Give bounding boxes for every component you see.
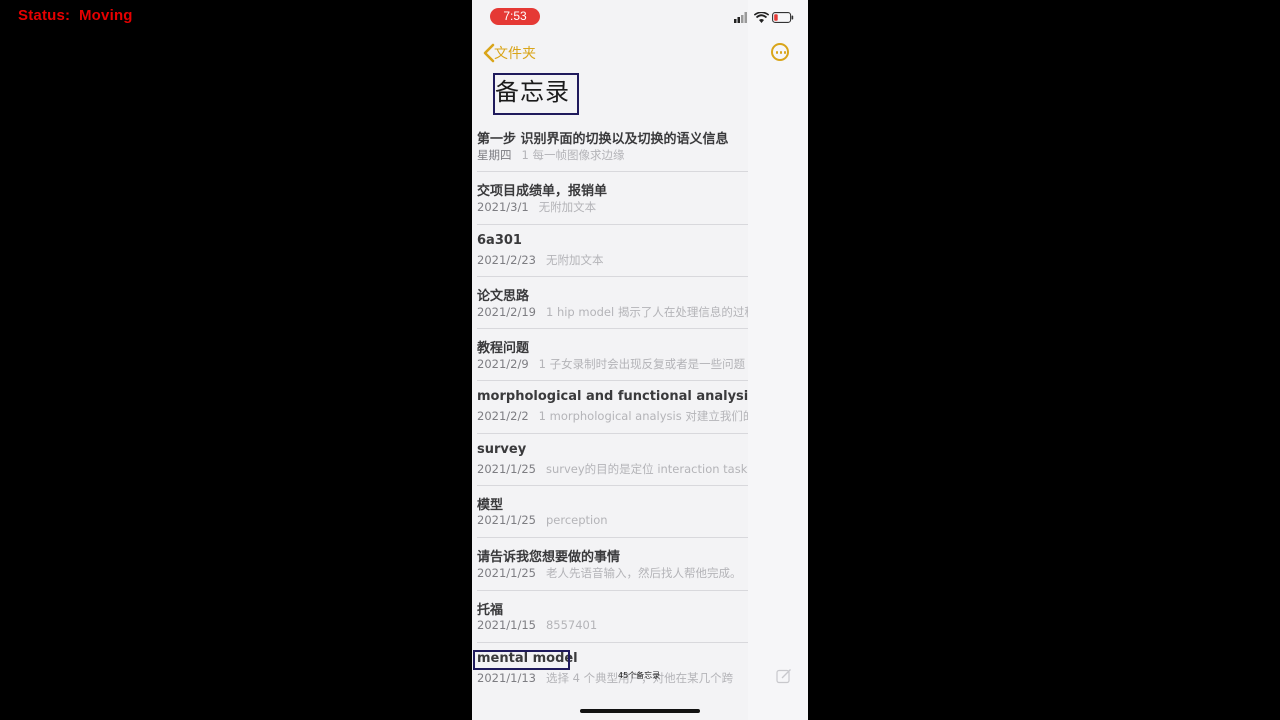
page-title: 备忘录: [495, 78, 570, 106]
note-date: 2021/2/2: [477, 409, 529, 424]
list-item[interactable]: 教程问题 2021/2/9 1 子女录制时会出现反复或者是一些问题: [477, 329, 748, 382]
note-title: 教程问题: [477, 341, 530, 357]
note-date: 2021/2/23: [477, 252, 536, 267]
note-title: 托福: [477, 602, 504, 618]
note-preview: 无附加文本: [538, 200, 597, 215]
list-item[interactable]: 请告诉我您想要做的事情 2021/1/25 老人先语音输入，然后找人帮他完成。: [477, 538, 748, 591]
note-preview: 老人先语音输入，然后找人帮他完成。: [545, 566, 742, 581]
list-item[interactable]: 交项目成绩单，报销单 2021/3/1 无附加文本: [477, 172, 748, 225]
note-preview: 1 hip model 揭示了人在处理信息的过程: [545, 304, 748, 319]
note-date: 2021/3/1: [477, 200, 529, 215]
note-title: 模型: [477, 498, 504, 514]
note-preview: 1 morphological analysis 对建立我们的: [538, 409, 748, 424]
back-label: 文件夹: [494, 46, 536, 62]
note-preview: perception: [545, 513, 608, 528]
note-title: 6a301: [477, 232, 522, 248]
home-indicator[interactable]: [580, 709, 700, 713]
note-date: 2021/1/25: [477, 566, 536, 581]
phone-screen: 7:53 文件夹 备忘录 第一步 识别界面的切换以及切换的语义信息 星期四 1 …: [472, 0, 808, 720]
note-date: 2021/1/13: [477, 670, 536, 685]
list-item[interactable]: 模型 2021/1/25 perception: [477, 486, 748, 539]
right-edge-panel: [748, 0, 808, 720]
list-item[interactable]: 6a301 2021/2/23 无附加文本: [477, 225, 748, 277]
note-date: 2021/2/9: [477, 357, 529, 372]
notes-list: 第一步 识别界面的切换以及切换的语义信息 星期四 1 每一帧图像求边缘 交项目成绩…: [472, 120, 748, 695]
list-item[interactable]: 托福 2021/1/15 8557401: [477, 591, 748, 643]
status-bar: 7:53: [472, 0, 808, 34]
wifi-icon: [754, 12, 769, 23]
status-overlay-text: Status: Moving: [18, 7, 133, 24]
note-date: 星期四: [477, 148, 512, 162]
note-preview: 8557401: [545, 617, 598, 632]
back-button[interactable]: 文件夹: [482, 42, 536, 64]
status-time: 7:53: [490, 8, 540, 25]
note-preview: 1 子女录制时会出现反复或者是一些问题: [538, 357, 746, 372]
battery-icon: [772, 12, 794, 23]
note-title: 请告诉我您想要做的事情: [477, 550, 621, 566]
note-highlight-box: [473, 650, 570, 670]
note-date: 2021/1/25: [477, 461, 536, 476]
note-title: 论文思路: [477, 288, 530, 304]
note-preview: 无附加文本: [545, 252, 604, 267]
signal-icon: [734, 12, 747, 23]
list-item[interactable]: 论文思路 2021/2/19 1 hip model 揭示了人在处理信息的过程: [477, 277, 748, 330]
notes-count: 45个备忘录: [618, 671, 661, 680]
compose-icon[interactable]: [776, 668, 792, 684]
note-date: 2021/1/15: [477, 617, 536, 632]
list-item[interactable]: survey 2021/1/25 survey的目的是定位 interaction…: [477, 434, 748, 487]
note-date: 2021/1/25: [477, 513, 536, 528]
ellipsis-circle-icon[interactable]: [771, 43, 789, 61]
note-preview: survey的目的是定位 interaction tasks: [545, 461, 748, 476]
note-title: 交项目成绩单，报销单: [477, 184, 608, 200]
note-title: morphological and functional analysis: [477, 389, 748, 405]
note-preview: 1 每一帧图像求边缘: [521, 148, 625, 162]
list-item[interactable]: morphological and functional analysis 20…: [477, 381, 748, 434]
note-title: survey: [477, 441, 527, 457]
list-item[interactable]: 第一步 识别界面的切换以及切换的语义信息 星期四 1 每一帧图像求边缘: [477, 120, 748, 173]
note-title: 第一步 识别界面的切换以及切换的语义信息: [477, 132, 729, 147]
note-date: 2021/2/19: [477, 304, 536, 319]
